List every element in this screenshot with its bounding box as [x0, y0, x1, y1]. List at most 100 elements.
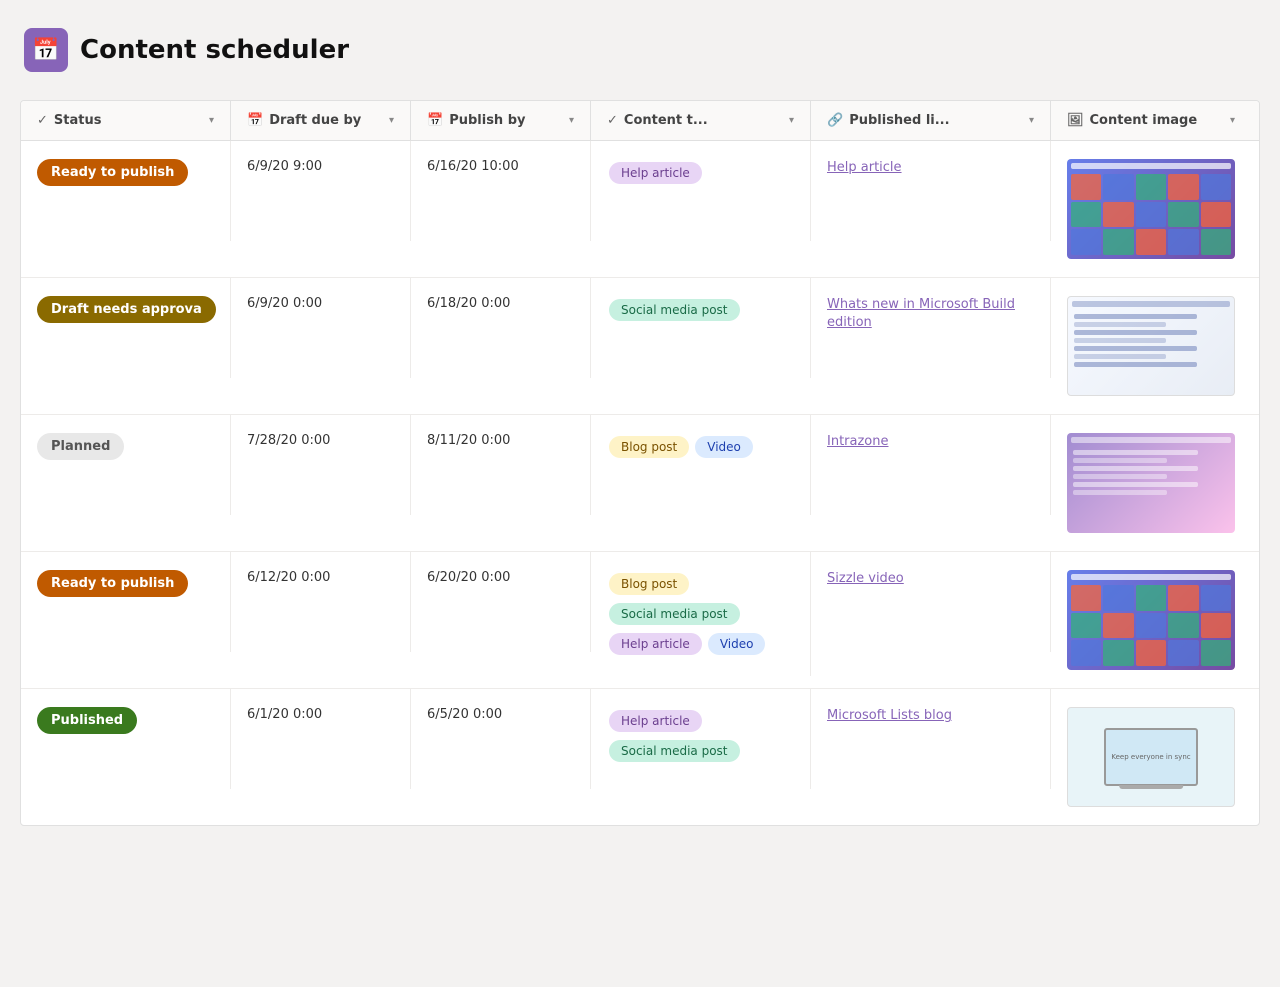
- table-row: Planned 7/28/20 0:00 8/11/20 0:00 Blog p…: [21, 415, 1259, 552]
- thumbnail: [1067, 296, 1235, 396]
- tag-help-article: Help article: [609, 633, 702, 655]
- published-link-cell: Whats new in Microsoft Build edition: [811, 278, 1051, 378]
- status-cell: Published: [21, 689, 231, 789]
- tags-container: Blog post Social media post Help article…: [607, 570, 794, 658]
- laptop-icon: Keep everyone in sync: [1104, 728, 1199, 787]
- chevron-icon-content-type: ▾: [789, 115, 794, 126]
- status-cell: Planned: [21, 415, 231, 515]
- table-header: ✓ Status ▾ 📅 Draft due by ▾ 📅 Publish by…: [21, 101, 1259, 141]
- published-link[interactable]: Whats new in Microsoft Build edition: [827, 297, 1015, 330]
- col-header-status[interactable]: ✓ Status ▾: [21, 101, 231, 140]
- col-label-draft: Draft due by: [269, 113, 361, 128]
- publish-by-cell: 6/20/20 0:00: [411, 552, 591, 652]
- chevron-icon-published-link: ▾: [1029, 115, 1034, 126]
- col-header-draft-due[interactable]: 📅 Draft due by ▾: [231, 101, 411, 140]
- content-image-cell: Keep everyone in sync: [1051, 689, 1251, 825]
- publish-col-icon: 📅: [427, 113, 443, 128]
- content-type-cell: Blog post Social media post Help article…: [591, 552, 811, 676]
- status-cell: Ready to publish: [21, 552, 231, 652]
- col-label-status: Status: [54, 113, 102, 128]
- table-row: Ready to publish 6/9/20 9:00 6/16/20 10:…: [21, 141, 1259, 278]
- table-row: Ready to publish 6/12/20 0:00 6/20/20 0:…: [21, 552, 1259, 689]
- tag-video: Video: [708, 633, 766, 655]
- status-badge: Draft needs approva: [37, 296, 216, 323]
- col-label-content-type: Content t...: [624, 113, 708, 128]
- content-image-cell: [1051, 415, 1251, 551]
- publish-by-value: 6/5/20 0:00: [427, 707, 502, 722]
- draft-due-cell: 6/9/20 0:00: [231, 278, 411, 378]
- draft-due-value: 6/9/20 9:00: [247, 159, 322, 174]
- table-row: Draft needs approva 6/9/20 0:00 6/18/20 …: [21, 278, 1259, 415]
- tag-social-media-post: Social media post: [609, 299, 740, 321]
- content-type-cell: Social media post: [591, 278, 811, 378]
- draft-col-icon: 📅: [247, 113, 263, 128]
- thumbnail: Keep everyone in sync: [1067, 707, 1235, 807]
- tags-container: Help article: [607, 159, 794, 187]
- thumbnail: [1067, 159, 1235, 259]
- chevron-icon-status: ▾: [209, 115, 214, 126]
- draft-due-value: 6/9/20 0:00: [247, 296, 322, 311]
- tags-container: Blog post Video: [607, 433, 794, 461]
- chevron-icon-draft: ▾: [389, 115, 394, 126]
- col-label-content-image: Content image: [1090, 113, 1198, 128]
- published-link-cell: Microsoft Lists blog: [811, 689, 1051, 789]
- published-link-cell: Help article: [811, 141, 1051, 241]
- draft-due-cell: 7/28/20 0:00: [231, 415, 411, 515]
- app-header: 📅 Content scheduler: [20, 20, 1260, 80]
- col-header-published-link[interactable]: 🔗 Published li... ▾: [811, 101, 1051, 140]
- status-badge: Ready to publish: [37, 159, 188, 186]
- status-cell: Ready to publish: [21, 141, 231, 241]
- published-link-cell: Sizzle video: [811, 552, 1051, 652]
- content-type-col-icon: ✓: [607, 113, 618, 128]
- status-col-icon: ✓: [37, 113, 48, 128]
- content-type-cell: Help article Social media post: [591, 689, 811, 789]
- col-header-content-image[interactable]: 🖼 Content image ▾: [1051, 101, 1251, 140]
- status-cell: Draft needs approva: [21, 278, 231, 378]
- content-image-cell: [1051, 278, 1251, 414]
- publish-by-cell: 8/11/20 0:00: [411, 415, 591, 515]
- draft-due-value: 6/1/20 0:00: [247, 707, 322, 722]
- status-badge: Planned: [37, 433, 124, 460]
- tags-container: Help article Social media post: [607, 707, 794, 765]
- draft-due-value: 7/28/20 0:00: [247, 433, 330, 448]
- draft-due-value: 6/12/20 0:00: [247, 570, 330, 585]
- table-body: Ready to publish 6/9/20 9:00 6/16/20 10:…: [21, 141, 1259, 825]
- tag-video: Video: [695, 436, 753, 458]
- published-link[interactable]: Intrazone: [827, 434, 889, 449]
- col-header-publish-by[interactable]: 📅 Publish by ▾: [411, 101, 591, 140]
- tags-container: Social media post: [607, 296, 794, 324]
- thumbnail: [1067, 570, 1235, 670]
- content-image-cell: [1051, 141, 1251, 277]
- content-image-cell: [1051, 552, 1251, 688]
- tag-help-article: Help article: [609, 710, 702, 732]
- publish-by-value: 6/20/20 0:00: [427, 570, 510, 585]
- content-type-cell: Help article: [591, 141, 811, 241]
- tag-social-media-post: Social media post: [609, 740, 740, 762]
- col-label-publish: Publish by: [449, 113, 525, 128]
- draft-due-cell: 6/9/20 9:00: [231, 141, 411, 241]
- publish-by-value: 6/18/20 0:00: [427, 296, 510, 311]
- content-image-col-icon: 🖼: [1067, 113, 1084, 128]
- status-badge: Ready to publish: [37, 570, 188, 597]
- app-title: Content scheduler: [80, 35, 349, 65]
- published-link-col-icon: 🔗: [827, 113, 843, 128]
- draft-due-cell: 6/12/20 0:00: [231, 552, 411, 652]
- table-row: Published 6/1/20 0:00 6/5/20 0:00 Help a…: [21, 689, 1259, 825]
- status-badge: Published: [37, 707, 137, 734]
- col-header-content-type[interactable]: ✓ Content t... ▾: [591, 101, 811, 140]
- published-link-cell: Intrazone: [811, 415, 1051, 515]
- draft-due-cell: 6/1/20 0:00: [231, 689, 411, 789]
- chevron-icon-publish: ▾: [569, 115, 574, 126]
- published-link[interactable]: Sizzle video: [827, 571, 904, 586]
- publish-by-value: 6/16/20 10:00: [427, 159, 519, 174]
- publish-by-cell: 6/16/20 10:00: [411, 141, 591, 241]
- tag-help-article: Help article: [609, 162, 702, 184]
- content-table: ✓ Status ▾ 📅 Draft due by ▾ 📅 Publish by…: [20, 100, 1260, 826]
- publish-by-value: 8/11/20 0:00: [427, 433, 510, 448]
- thumbnail: [1067, 433, 1235, 533]
- tag-social-media-post: Social media post: [609, 603, 740, 625]
- tag-blog-post: Blog post: [609, 436, 689, 458]
- tag-blog-post: Blog post: [609, 573, 689, 595]
- published-link[interactable]: Microsoft Lists blog: [827, 708, 952, 723]
- published-link[interactable]: Help article: [827, 160, 902, 175]
